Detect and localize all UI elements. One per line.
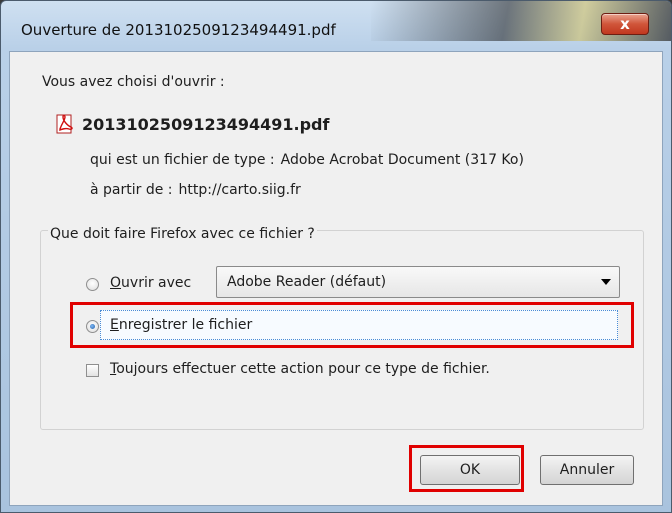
save-option-highlight xyxy=(70,302,634,348)
action-group-label: Que doit faire Firefox avec ce fichier ? xyxy=(48,226,317,242)
ok-button-highlight xyxy=(409,445,524,492)
dialog-client-area: Vous avez choisi d'ouvrir : 201310250912… xyxy=(9,51,663,506)
file-row: 2013102509123494491.pdf xyxy=(56,114,329,134)
open-with-label[interactable]: Ouvrir avec xyxy=(110,275,191,291)
pdf-file-icon xyxy=(56,114,74,134)
close-icon: x xyxy=(620,15,630,33)
download-dialog-window: Ouverture de 2013102509123494491.pdf x V… xyxy=(0,0,672,513)
window-title: Ouverture de 2013102509123494491.pdf xyxy=(21,21,336,39)
file-type-line: qui est un fichier de type : Adobe Acroba… xyxy=(90,152,524,168)
file-type-value: Adobe Acrobat Document (317 Ko) xyxy=(280,152,524,168)
file-type-label: qui est un fichier de type : xyxy=(90,152,275,168)
file-source-label: à partir de : xyxy=(90,182,173,198)
always-do-label[interactable]: Toujours effectuer cette action pour ce … xyxy=(110,361,490,377)
always-do-checkbox[interactable] xyxy=(86,364,99,377)
open-with-selected-value: Adobe Reader (défaut) xyxy=(227,274,387,290)
file-source-line: à partir de : http://carto.siig.fr xyxy=(90,182,301,198)
cancel-button[interactable]: Annuler xyxy=(540,455,634,485)
file-name: 2013102509123494491.pdf xyxy=(82,114,330,134)
file-source-value: http://carto.siig.fr xyxy=(178,182,301,198)
close-button[interactable]: x xyxy=(601,13,649,35)
intro-text: Vous avez choisi d'ouvrir : xyxy=(42,74,225,90)
open-with-radio[interactable] xyxy=(86,278,99,291)
dropdown-arrow-icon xyxy=(601,279,611,285)
open-with-select[interactable]: Adobe Reader (défaut) xyxy=(216,266,620,298)
